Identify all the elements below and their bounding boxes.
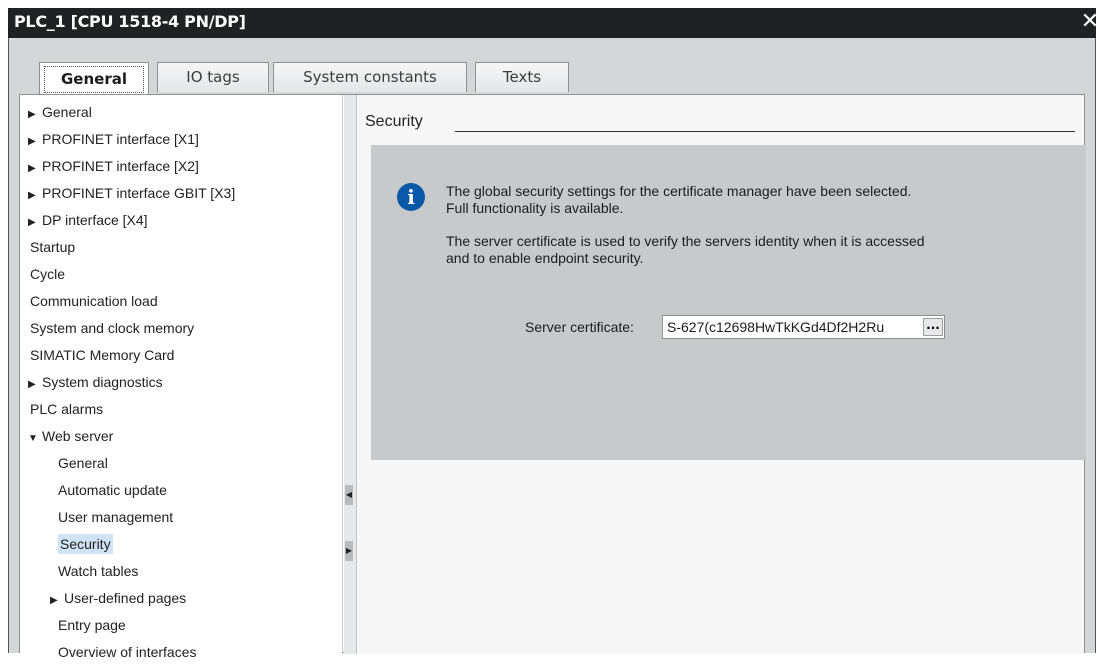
server-certificate-input[interactable]	[665, 317, 927, 337]
expand-arrow-icon: ▶	[28, 136, 36, 147]
nav-item-label: PROFINET interface [X2]	[42, 158, 199, 174]
nav-item[interactable]: Startup	[20, 234, 75, 260]
nav-item-label: System and clock memory	[30, 320, 195, 336]
tab-system-constants[interactable]: System constants	[273, 62, 467, 92]
nav-item-label: Automatic update	[58, 482, 167, 498]
expand-right-icon[interactable]: ▶	[345, 541, 353, 561]
info-text-line: Full functionality is available.	[446, 200, 624, 216]
nav-item-label: Cycle	[30, 266, 66, 282]
info-text-line: and to enable endpoint security.	[446, 250, 644, 266]
nav-item[interactable]: SIMATIC Memory Card	[20, 342, 174, 368]
security-panel: i The global security settings for the c…	[371, 145, 1086, 460]
splitter[interactable]: ◀ ▶	[344, 95, 357, 654]
nav-item[interactable]: ▶ PROFINET interface [X2]	[20, 153, 199, 179]
expand-arrow-icon: ▶	[28, 190, 36, 201]
nav-item[interactable]: System and clock memory	[20, 315, 194, 341]
nav-item-label: Startup	[30, 239, 76, 255]
nav-item[interactable]: Watch tables	[20, 558, 138, 584]
info-text-line: The global security settings for the cer…	[446, 183, 912, 199]
nav-item-label: User management	[58, 509, 174, 525]
nav-item-label: Security	[58, 534, 113, 554]
section-title: Security	[365, 113, 423, 130]
nav-item-label: Communication load	[30, 293, 158, 309]
nav-item-label: Watch tables	[58, 563, 139, 579]
nav-item[interactable]: PLC alarms	[20, 396, 103, 422]
navigation-tree: ▶ General ▶ PROFINET interface [X1] ▶ PROFINE…	[20, 95, 343, 660]
nav-item-label: General	[42, 104, 92, 120]
tab-io-tags[interactable]: IO tags	[157, 62, 269, 92]
window-title: PLC_1 [CPU 1518-4 PN/DP]	[14, 12, 246, 31]
server-certificate-field: ...	[662, 315, 945, 339]
nav-item[interactable]: ▶ PROFINET interface GBIT [X3]	[20, 180, 235, 206]
section-divider	[455, 131, 1075, 132]
nav-item[interactable]: Entry page	[20, 612, 126, 638]
close-button[interactable]: ✕	[1080, 11, 1100, 33]
info-text-line: The server certificate is used to verify…	[446, 233, 925, 249]
nav-item[interactable]: ▶ System diagnostics	[20, 369, 163, 395]
title-bar: PLC_1 [CPU 1518-4 PN/DP] ✕	[0, 0, 1103, 38]
nav-item-label: DP interface [X4]	[42, 212, 148, 228]
expand-arrow-icon: ▶	[28, 217, 36, 228]
tab-content: ▶ General ▶ PROFINET interface [X1] ▶ PROFINE…	[19, 94, 1086, 660]
collapse-arrow-icon: ▼	[28, 433, 38, 444]
nav-item-label: Entry page	[58, 617, 126, 633]
nav-item-label: System diagnostics	[42, 374, 163, 390]
security-settings-pane: Security i The global security settings …	[357, 95, 1086, 654]
nav-item[interactable]: Cycle	[20, 261, 65, 287]
tab-texts[interactable]: Texts	[475, 62, 569, 92]
nav-item[interactable]: User management	[20, 504, 173, 530]
nav-item-label: SIMATIC Memory Card	[30, 347, 175, 363]
server-certificate-label: Server certificate:	[525, 319, 634, 335]
nav-item-label: User-defined pages	[64, 590, 187, 606]
info-icon: i	[397, 183, 425, 211]
expand-arrow-icon: ▶	[50, 595, 58, 606]
nav-item-label: General	[58, 455, 108, 471]
nav-item[interactable]: ▶ PROFINET interface [X1]	[20, 126, 199, 152]
expand-arrow-icon: ▶	[28, 379, 36, 390]
nav-item[interactable]: Automatic update	[20, 477, 167, 503]
tab-general[interactable]: General	[39, 62, 149, 95]
nav-item-label: PROFINET interface [X1]	[42, 131, 199, 147]
properties-dialog: General IO tags System constants Texts ▶…	[8, 38, 1096, 660]
nav-item[interactable]: Security	[20, 531, 113, 557]
nav-item-label: PLC alarms	[30, 401, 104, 417]
browse-certificate-button[interactable]: ...	[923, 318, 943, 336]
nav-item[interactable]: ▶ User-defined pages	[20, 585, 186, 611]
tab-general-label: General	[44, 66, 144, 93]
expand-arrow-icon: ▶	[28, 163, 36, 174]
nav-item[interactable]: ▼ Web server	[20, 423, 113, 449]
nav-item[interactable]: General	[20, 450, 108, 476]
nav-item-label: Overview of interfaces	[58, 644, 197, 660]
nav-item-label: PROFINET interface GBIT [X3]	[42, 185, 236, 201]
expand-arrow-icon: ▶	[28, 109, 36, 120]
collapse-left-icon[interactable]: ◀	[345, 485, 353, 505]
nav-item[interactable]: ▶ General	[20, 99, 92, 125]
nav-item[interactable]: Overview of interfaces	[20, 639, 197, 665]
nav-item[interactable]: ▶ DP interface [X4]	[20, 207, 148, 233]
nav-item[interactable]: Communication load	[20, 288, 158, 314]
nav-item-label: Web server	[42, 428, 114, 444]
